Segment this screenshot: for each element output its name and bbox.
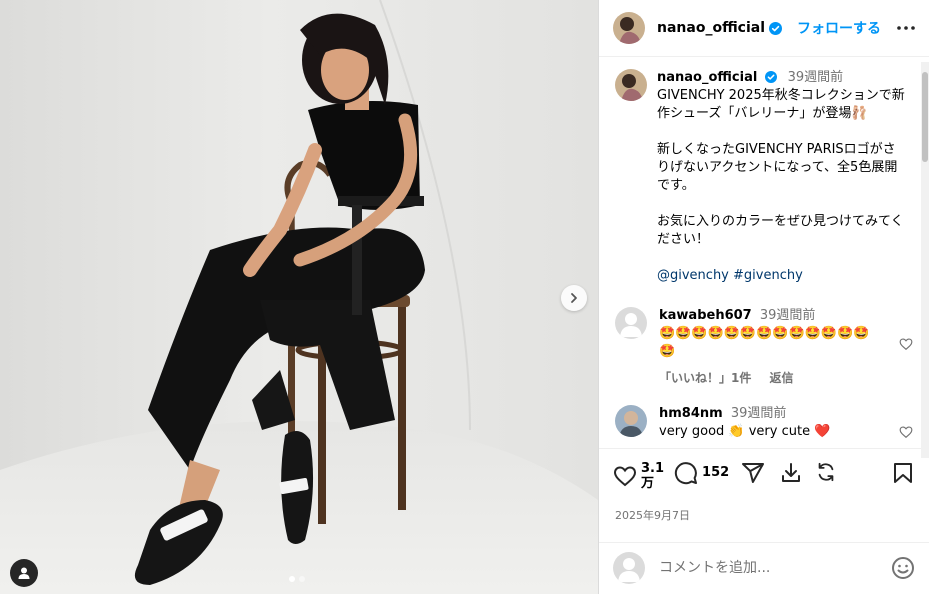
commenter-username[interactable]: hm84nm [659, 406, 723, 421]
share-button[interactable] [741, 461, 765, 485]
repost-button[interactable] [815, 461, 837, 483]
more-options-button[interactable] [897, 26, 915, 30]
photo-scene [0, 0, 598, 594]
comment-time[interactable]: 39週間前 [760, 308, 816, 323]
author-avatar[interactable] [613, 12, 645, 45]
hashtag-link[interactable]: #givenchy [733, 268, 803, 283]
carousel-indicator [289, 576, 305, 582]
scrollbar[interactable] [921, 62, 929, 458]
comments-count[interactable]: 152 [702, 465, 729, 480]
post-date[interactable]: 2025年9月7日 [599, 509, 929, 542]
verified-badge-icon [769, 21, 783, 35]
comment-like-heart-icon[interactable] [899, 425, 913, 439]
chevron-right-icon [571, 293, 577, 303]
repost-icon [818, 462, 834, 482]
commenter-avatar[interactable] [615, 307, 647, 340]
comment-item: hm84nm 39週間前 very good 👏 very cute ❤️ [615, 405, 913, 441]
emoji-icon [892, 557, 914, 580]
comment-button[interactable]: 152 [674, 461, 729, 485]
user-tags-button[interactable] [10, 559, 38, 587]
post-side-panel: nanao_official フォローする nanao_official 39週… [598, 0, 929, 594]
like-button[interactable]: 3.1 万 [613, 461, 664, 491]
comment-body: hm84nm 39週間前 very good 👏 very cute ❤️ [659, 405, 879, 441]
emoji-button[interactable] [891, 556, 915, 580]
follow-button[interactable]: フォローする [797, 18, 881, 38]
commenter-username[interactable]: kawabeh607 [659, 308, 752, 323]
caption-time[interactable]: 39週間前 [788, 70, 844, 85]
heart-icon [613, 466, 637, 487]
caption-username[interactable]: nanao_official [657, 70, 757, 85]
comment-text: very good 👏 very cute ❤️ [659, 424, 831, 440]
viewer-avatar [613, 552, 645, 585]
caption-tags: @givenchy #givenchy [657, 267, 907, 285]
comment-time[interactable]: 39週間前 [731, 406, 787, 421]
author-username[interactable]: nanao_official [657, 20, 765, 36]
bookmark-icon [894, 462, 912, 483]
share-icon [742, 462, 765, 483]
caption-author-avatar[interactable] [615, 69, 647, 102]
mention-link[interactable]: @givenchy [657, 268, 729, 283]
instagram-post: nanao_official フォローする nanao_official 39週… [0, 0, 929, 594]
caption-paragraph-2: 新しくなったGIVENCHY PARISロゴがさりげないアクセントになって、全5… [657, 142, 898, 194]
commenter-avatar[interactable] [615, 405, 647, 438]
download-button[interactable] [779, 461, 803, 485]
caption-body: nanao_official 39週間前 GIVENCHY 2025年秋冬コレク… [657, 69, 907, 285]
comment-item: kawabeh607 39週間前 🤩🤩🤩🤩🤩🤩🤩🤩🤩🤩🤩🤩🤩🤩 「いいね！」1件… [615, 307, 913, 387]
download-icon [782, 462, 801, 482]
caption-text: GIVENCHY 2025年秋冬コレクションで新作シューズ「バレリーナ」が登場🩰… [657, 87, 907, 285]
scrollbar-thumb[interactable] [922, 72, 928, 162]
more-icon [897, 26, 915, 30]
user-tag-icon [18, 567, 30, 579]
caption-paragraph-1: GIVENCHY 2025年秋冬コレクションで新作シューズ「バレリーナ」が登場🩰 [657, 88, 905, 122]
comments-scroll-area[interactable]: nanao_official 39週間前 GIVENCHY 2025年秋冬コレク… [599, 57, 929, 448]
comment-body: kawabeh607 39週間前 🤩🤩🤩🤩🤩🤩🤩🤩🤩🤩🤩🤩🤩🤩 「いいね！」1件… [659, 307, 879, 387]
comment-icon [674, 462, 698, 485]
carousel-dot-1 [289, 576, 295, 582]
save-button[interactable] [891, 461, 915, 485]
next-photo-button[interactable] [561, 285, 587, 311]
carousel-dot-2 [299, 576, 305, 582]
comment-text: 🤩🤩🤩🤩🤩🤩🤩🤩🤩🤩🤩🤩🤩🤩 [659, 326, 870, 360]
post-actions: 3.1 万 152 [599, 447, 929, 509]
reply-button[interactable]: 返信 [770, 371, 794, 385]
comment-actions: 「いいね！」1件 返信 [659, 369, 879, 387]
comment-likes-link[interactable]: 「いいね！」1件 [659, 371, 751, 385]
add-comment-bar [599, 541, 929, 594]
caption: nanao_official 39週間前 GIVENCHY 2025年秋冬コレク… [615, 69, 913, 285]
caption-paragraph-3: お気に入りのカラーをぜひ見つけてみてください！ [657, 214, 904, 248]
comment-like-heart-icon[interactable] [899, 337, 913, 351]
comment-input[interactable] [657, 559, 891, 578]
post-photo[interactable] [0, 0, 598, 594]
verified-badge-icon [765, 71, 778, 84]
likes-count[interactable]: 3.1 万 [641, 461, 664, 491]
post-header: nanao_official フォローする [599, 0, 929, 58]
